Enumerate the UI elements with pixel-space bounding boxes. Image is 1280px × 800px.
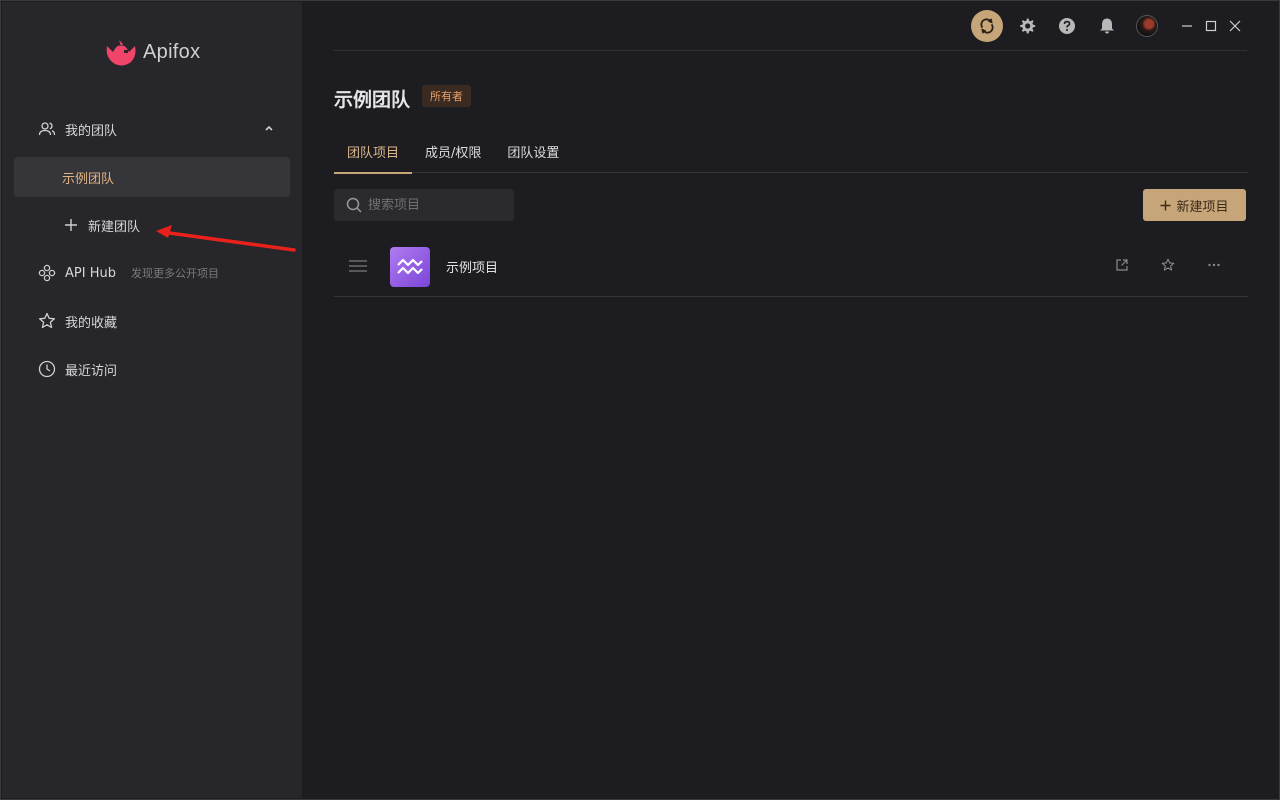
more-options-button[interactable]	[1204, 255, 1224, 275]
plus-icon	[65, 219, 77, 231]
close-icon	[1229, 20, 1241, 32]
drag-handle-icon[interactable]	[348, 259, 368, 273]
sidebar-item-label: 最近访问	[65, 363, 118, 379]
help-icon	[1059, 18, 1075, 34]
close-window-button[interactable]	[1223, 9, 1247, 43]
search-icon	[346, 197, 362, 213]
star-icon	[1161, 258, 1175, 271]
favorite-project-button[interactable]	[1158, 255, 1178, 275]
more-icon	[1208, 263, 1220, 267]
tab-team-settings[interactable]: 团队设置	[494, 129, 572, 173]
window-controls	[1175, 9, 1247, 43]
project-row[interactable]: 示例项目	[334, 237, 1248, 297]
sidebar-item-label: 示例团队	[62, 171, 115, 187]
new-project-button[interactable]: 新建项目	[1143, 189, 1246, 221]
sync-icon	[980, 18, 994, 34]
project-icon	[390, 247, 430, 287]
sidebar-item-example-team[interactable]: 示例团队	[14, 157, 290, 197]
new-project-label: 新建项目	[1176, 199, 1229, 215]
minimize-icon	[1182, 25, 1192, 27]
sidebar-item-favorites[interactable]: 我的收藏	[14, 301, 290, 341]
help-button[interactable]	[1047, 9, 1087, 43]
app-name: Apifox	[143, 40, 201, 63]
users-icon	[38, 122, 56, 136]
new-team-label: 新建团队	[88, 219, 141, 235]
star-icon	[38, 312, 56, 329]
sidebar-item-label: 我的收藏	[65, 315, 118, 331]
minimize-button[interactable]	[1175, 9, 1199, 43]
project-name[interactable]: 示例项目	[446, 257, 498, 276]
top-bar	[333, 10, 1247, 51]
sidebar: Apifox 我的团队 示例团队 新建团队 API Hub 发现更多公开项目 我…	[2, 2, 302, 798]
sidebar-item-label: 我的团队	[65, 123, 118, 139]
maximize-icon	[1205, 20, 1217, 32]
sidebar-item-recent[interactable]: 最近访问	[14, 349, 290, 389]
tab-bar: 团队项目 成员/权限 团队设置	[334, 129, 1248, 174]
settings-button[interactable]	[1007, 9, 1047, 43]
annotation-arrow	[156, 225, 296, 252]
clock-icon	[38, 360, 56, 378]
api-hub-icon	[38, 264, 56, 282]
page-title: 示例团队	[334, 89, 411, 111]
bell-icon	[1100, 18, 1114, 34]
search-input[interactable]	[368, 197, 508, 213]
user-avatar-button[interactable]	[1127, 9, 1167, 43]
sync-button[interactable]	[971, 10, 1003, 42]
sidebar-item-label: API Hub	[65, 265, 116, 281]
project-search	[334, 189, 514, 221]
gear-icon	[1020, 18, 1036, 34]
app-logo: Apifox	[103, 36, 200, 68]
open-external-button[interactable]	[1112, 255, 1132, 275]
apifox-logo-icon	[106, 40, 136, 66]
plus-icon	[1160, 200, 1171, 210]
external-link-icon	[1116, 259, 1128, 271]
avatar	[1136, 15, 1158, 37]
tab-team-projects[interactable]: 团队项目	[334, 129, 413, 174]
app-window: Apifox 我的团队 示例团队 新建团队 API Hub 发现更多公开项目 我…	[0, 0, 1280, 800]
top-toolbar	[971, 9, 1247, 43]
notifications-button[interactable]	[1087, 9, 1127, 43]
role-badge: 所有者	[422, 85, 471, 107]
chevron-up-icon[interactable]	[264, 123, 274, 133]
api-hub-subtitle: 发现更多公开项目	[130, 267, 219, 280]
sidebar-item-my-teams[interactable]: 我的团队	[14, 109, 290, 149]
aquarius-icon	[397, 258, 423, 275]
project-actions	[1112, 255, 1224, 275]
tab-members-permissions[interactable]: 成员/权限	[412, 129, 494, 173]
maximize-button[interactable]	[1199, 9, 1223, 43]
